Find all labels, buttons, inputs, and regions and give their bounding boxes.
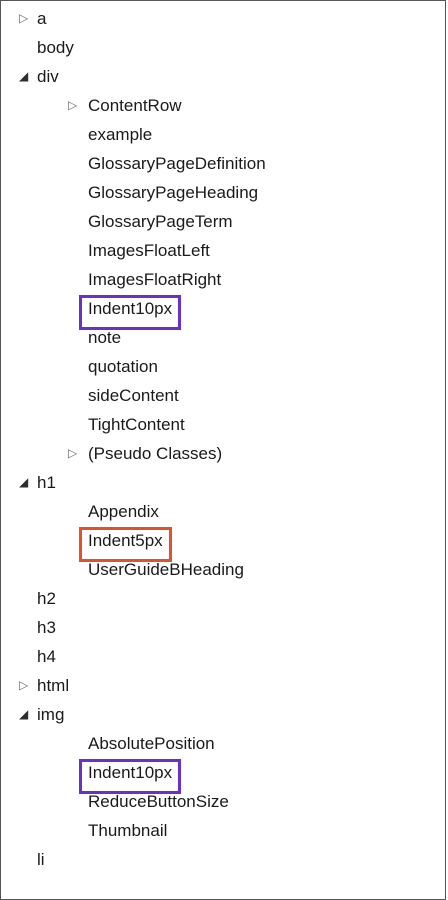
tree-item-label: Indent10px xyxy=(88,299,173,318)
tree-item-label: img xyxy=(37,705,65,724)
tree-item-label: Appendix xyxy=(88,502,159,521)
tree-item-label: sideContent xyxy=(88,386,179,405)
expanded-arrow-icon[interactable]: ◢ xyxy=(19,700,33,729)
tree-item-label: AbsolutePosition xyxy=(88,734,215,753)
collapsed-arrow-icon[interactable]: ▷ xyxy=(68,439,82,468)
tree-item-label: h1 xyxy=(37,473,56,492)
tree-item-label: body xyxy=(37,38,74,57)
expanded-arrow-icon[interactable]: ◢ xyxy=(19,62,33,91)
tree-item-thumbnail[interactable]: Thumbnail xyxy=(1,816,441,845)
tree-item-contentrow[interactable]: ▷ ContentRow xyxy=(1,91,441,120)
tree-item-userguidebheading[interactable]: UserGuideBHeading xyxy=(1,555,441,584)
tree-item-label: GlossaryPageTerm xyxy=(88,212,233,231)
tree-panel: ▷ a body ◢ div ▷ ContentRow example GlossaryPage… xyxy=(0,0,446,900)
tree-item-label: example xyxy=(88,125,153,144)
tree-item-label: li xyxy=(37,850,45,869)
collapsed-arrow-icon[interactable]: ▷ xyxy=(19,4,33,33)
tree-item-label: Indent5px xyxy=(88,531,163,550)
tree-item-label: h3 xyxy=(37,618,56,637)
tree-item-img[interactable]: ◢ img xyxy=(1,700,441,729)
tree-item-label: GlossaryPageDefinition xyxy=(88,154,266,173)
tree-item-h1[interactable]: ◢ h1 xyxy=(1,468,441,497)
tree-item-label: div xyxy=(37,67,59,86)
expanded-arrow-icon[interactable]: ◢ xyxy=(19,468,33,497)
tree-item-indent10px[interactable]: Indent10px xyxy=(1,294,441,323)
tree-item-html[interactable]: ▷ html xyxy=(1,671,441,700)
tree-item-label: TightContent xyxy=(88,415,185,434)
tree-item-li[interactable]: li xyxy=(1,845,441,874)
collapsed-arrow-icon[interactable]: ▷ xyxy=(68,91,82,120)
tree-item-a[interactable]: ▷ a xyxy=(1,4,441,33)
tree-item-label: ImagesFloatLeft xyxy=(88,241,210,260)
tree-item-glossarypagedefinition[interactable]: GlossaryPageDefinition xyxy=(1,149,441,178)
tree-item-quotation[interactable]: quotation xyxy=(1,352,441,381)
tree-item-example[interactable]: example xyxy=(1,120,441,149)
tree-item-label: h2 xyxy=(37,589,56,608)
tree-item-glossarypageheading[interactable]: GlossaryPageHeading xyxy=(1,178,441,207)
tree-item-pseudo-classes[interactable]: ▷ (Pseudo Classes) xyxy=(1,439,441,468)
tree-item-h3[interactable]: h3 xyxy=(1,613,441,642)
tree-item-h2[interactable]: h2 xyxy=(1,584,441,613)
tree-item-appendix[interactable]: Appendix xyxy=(1,497,441,526)
tree-item-div[interactable]: ◢ div xyxy=(1,62,441,91)
tree-item-label: quotation xyxy=(88,357,158,376)
tree-item-indent10px[interactable]: Indent10px xyxy=(1,758,441,787)
tree-item-tightcontent[interactable]: TightContent xyxy=(1,410,441,439)
tree-item-label: html xyxy=(37,676,70,695)
tree-item-label: UserGuideBHeading xyxy=(88,560,244,579)
tree-item-label: a xyxy=(37,9,47,28)
tree-item-label: Indent10px xyxy=(88,763,173,782)
tree-item-imagesfloatleft[interactable]: ImagesFloatLeft xyxy=(1,236,441,265)
tree-item-sidecontent[interactable]: sideContent xyxy=(1,381,441,410)
tree-item-glossarypageterm[interactable]: GlossaryPageTerm xyxy=(1,207,441,236)
tree-item-note[interactable]: note xyxy=(1,323,441,352)
tree-item-label: (Pseudo Classes) xyxy=(88,444,223,463)
tree-item-label: ContentRow xyxy=(88,96,182,115)
tree-item-reducebuttonsize[interactable]: ReduceButtonSize xyxy=(1,787,441,816)
tree-item-indent5px[interactable]: Indent5px xyxy=(1,526,441,555)
tree-item-label: ImagesFloatRight xyxy=(88,270,222,289)
tree-item-imagesfloatright[interactable]: ImagesFloatRight xyxy=(1,265,441,294)
tree-item-h4[interactable]: h4 xyxy=(1,642,441,671)
tree-item-label: GlossaryPageHeading xyxy=(88,183,259,202)
tree-item-absoluteposition[interactable]: AbsolutePosition xyxy=(1,729,441,758)
tree-item-label: ReduceButtonSize xyxy=(88,792,229,811)
tree-item-label: note xyxy=(88,328,122,347)
tree-item-label: h4 xyxy=(37,647,56,666)
tree-item-body[interactable]: body xyxy=(1,33,441,62)
tree-item-label: Thumbnail xyxy=(88,821,168,840)
collapsed-arrow-icon[interactable]: ▷ xyxy=(19,671,33,700)
